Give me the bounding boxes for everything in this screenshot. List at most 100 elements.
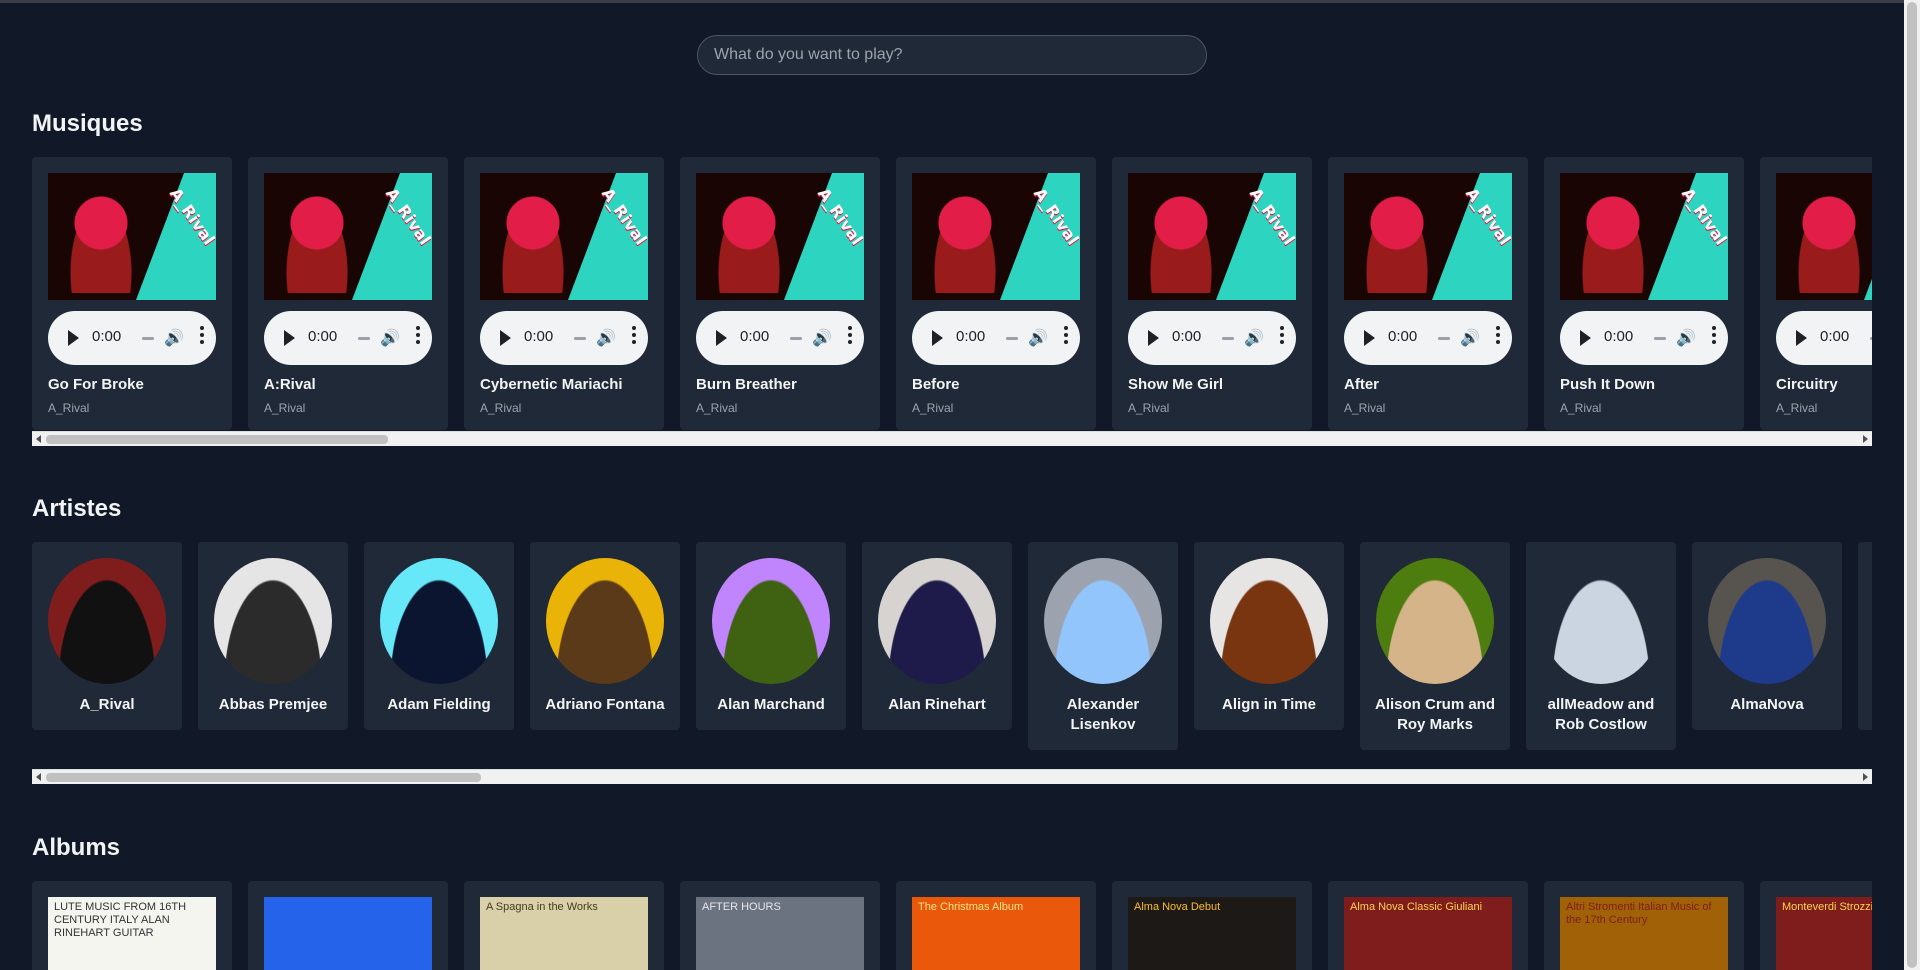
audio-progress-slider[interactable]: [1438, 337, 1450, 340]
song-card[interactable]: A_Rival 0:00 🔊 Show Me Girl A_Rival: [1112, 157, 1312, 430]
scrollbar-thumb[interactable]: [46, 435, 388, 444]
audio-player[interactable]: 0:00🔊: [264, 311, 432, 365]
audio-player[interactable]: 0:00🔊: [1560, 311, 1728, 365]
window-top-border: [0, 0, 1920, 3]
scroll-left-arrow-icon[interactable]: [36, 773, 41, 781]
audio-player[interactable]: 0:00 🔊: [480, 311, 648, 365]
artist-card[interactable]: Alan Marchand: [696, 542, 846, 730]
scroll-left-arrow-icon[interactable]: [36, 435, 41, 443]
more-options-icon[interactable]: [1280, 326, 1284, 347]
song-title: Before: [912, 376, 960, 393]
audio-progress-slider[interactable]: [142, 337, 154, 340]
play-icon[interactable]: [1580, 330, 1591, 346]
artist-card[interactable]: A_Rival: [32, 542, 182, 730]
play-icon[interactable]: [68, 330, 79, 346]
audio-time: 0:00: [524, 328, 554, 345]
more-options-icon[interactable]: [632, 326, 636, 347]
cover-character: [1794, 193, 1864, 293]
song-artist: A_Rival: [264, 401, 306, 415]
volume-icon[interactable]: 🔊: [596, 328, 616, 348]
audio-progress-slider[interactable]: [574, 337, 586, 340]
album-card[interactable]: AFTER HOURS: [680, 881, 880, 970]
play-icon[interactable]: [1796, 330, 1807, 346]
volume-icon[interactable]: 🔊: [164, 328, 184, 348]
artist-avatar: [878, 558, 996, 684]
song-card[interactable]: A_Rival 0:00 🔊 Cybernetic Mariachi A_Rival: [464, 157, 664, 430]
audio-player[interactable]: 0:00🔊: [48, 311, 216, 365]
album-card[interactable]: The Christmas Album: [896, 881, 1096, 970]
more-options-icon[interactable]: [1064, 326, 1068, 347]
song-card[interactable]: A_Rival 0:00 🔊 After A_Rival: [1328, 157, 1528, 430]
cover-character: [930, 193, 1000, 293]
audio-progress-slider[interactable]: [1006, 337, 1018, 340]
scroll-right-arrow-icon[interactable]: [1863, 773, 1868, 781]
artist-card[interactable]: Alexander Lisenkov: [1028, 542, 1178, 750]
artist-card[interactable]: [1858, 542, 1872, 730]
play-icon[interactable]: [932, 330, 943, 346]
page-vertical-scrollbar[interactable]: [1904, 0, 1920, 970]
song-card[interactable]: A_Rival 0:00 🔊 Go For Broke A_Rival: [32, 157, 232, 430]
artist-card[interactable]: Alison Crum and Roy Marks: [1360, 542, 1510, 750]
audio-progress-slider[interactable]: [1654, 337, 1666, 340]
cover-stripe: [1864, 173, 1872, 300]
play-icon[interactable]: [1364, 330, 1375, 346]
cover-character: [1578, 193, 1648, 293]
audio-progress-slider[interactable]: [1870, 337, 1872, 340]
audio-progress-slider[interactable]: [790, 337, 802, 340]
songs-horizontal-scrollbar[interactable]: [32, 431, 1872, 446]
scroll-right-arrow-icon[interactable]: [1863, 435, 1868, 443]
audio-player[interactable]: 0:00🔊: [912, 311, 1080, 365]
volume-icon[interactable]: 🔊: [1028, 328, 1048, 348]
album-card[interactable]: Altri Stromenti Italian Music of the 17t…: [1544, 881, 1744, 970]
volume-icon[interactable]: 🔊: [380, 328, 400, 348]
album-card[interactable]: LUTE MUSIC FROM 16TH CENTURY ITALY ALAN …: [32, 881, 232, 970]
page-scrollbar-thumb[interactable]: [1907, 2, 1917, 968]
search-input[interactable]: [697, 35, 1207, 75]
artist-card[interactable]: AlmaNova: [1692, 542, 1842, 730]
song-card[interactable]: A_Rival 0:00 🔊 Burn Breather A_Rival: [680, 157, 880, 430]
song-artist: A_Rival: [1776, 401, 1818, 415]
more-options-icon[interactable]: [1496, 326, 1500, 347]
song-card[interactable]: A_Rival 0:00 🔊 A:Rival A_Rival: [248, 157, 448, 430]
audio-player[interactable]: 0:00🔊: [1344, 311, 1512, 365]
volume-icon[interactable]: 🔊: [812, 328, 832, 348]
more-options-icon[interactable]: [848, 326, 852, 347]
artist-card[interactable]: Adam Fielding: [364, 542, 514, 730]
audio-player[interactable]: 0:00🔊: [696, 311, 864, 365]
artist-card[interactable]: Align in Time: [1194, 542, 1344, 730]
play-icon[interactable]: [1148, 330, 1159, 346]
play-icon[interactable]: [716, 330, 727, 346]
artist-card[interactable]: Abbas Premjee: [198, 542, 348, 730]
play-icon[interactable]: [500, 330, 511, 346]
album-card[interactable]: A Spagna in the Works: [464, 881, 664, 970]
artist-card[interactable]: allMeadow and Rob Costlow: [1526, 542, 1676, 750]
album-card[interactable]: Alma Nova Classic Giuliani: [1328, 881, 1528, 970]
album-card[interactable]: Alma Nova Debut: [1112, 881, 1312, 970]
audio-progress-slider[interactable]: [1222, 337, 1234, 340]
volume-icon[interactable]: 🔊: [1676, 328, 1696, 348]
song-card[interactable]: A_Rival 0:00 🔊 Before A_Rival: [896, 157, 1096, 430]
scrollbar-thumb[interactable]: [46, 773, 481, 782]
more-options-icon[interactable]: [416, 326, 420, 347]
audio-player[interactable]: 0:00🔊: [1128, 311, 1296, 365]
audio-progress-slider[interactable]: [358, 337, 370, 340]
play-icon[interactable]: [284, 330, 295, 346]
album-cover-image: Altri Stromenti Italian Music of the 17t…: [1560, 897, 1728, 970]
artist-card[interactable]: Adriano Fontana: [530, 542, 680, 730]
album-card[interactable]: [248, 881, 448, 970]
artist-card[interactable]: Alan Rinehart: [862, 542, 1012, 730]
more-options-icon[interactable]: [1712, 326, 1716, 347]
song-title: A:Rival: [264, 376, 316, 393]
more-options-icon[interactable]: [200, 326, 204, 347]
song-card[interactable]: A_Rival 0:00 🔊 Push It Down A_Rival: [1544, 157, 1744, 430]
artists-horizontal-scrollbar[interactable]: [32, 769, 1872, 784]
album-cover-image: A Spagna in the Works: [480, 897, 648, 970]
song-card[interactable]: A_Rival 0:00🔊 Circuitry A_Rival: [1760, 157, 1872, 430]
volume-icon[interactable]: 🔊: [1460, 328, 1480, 348]
volume-icon[interactable]: 🔊: [1244, 328, 1264, 348]
song-cover-image: A_Rival: [1344, 173, 1512, 300]
album-cover-text: Alma Nova Debut: [1134, 901, 1221, 913]
album-card[interactable]: Monteverdi Strozzi Cazzati: [1760, 881, 1872, 970]
audio-player[interactable]: 0:00🔊: [1776, 311, 1872, 365]
artists-carousel: A_Rival Abbas Premjee Adam Fielding Adriano…: [32, 542, 1872, 750]
